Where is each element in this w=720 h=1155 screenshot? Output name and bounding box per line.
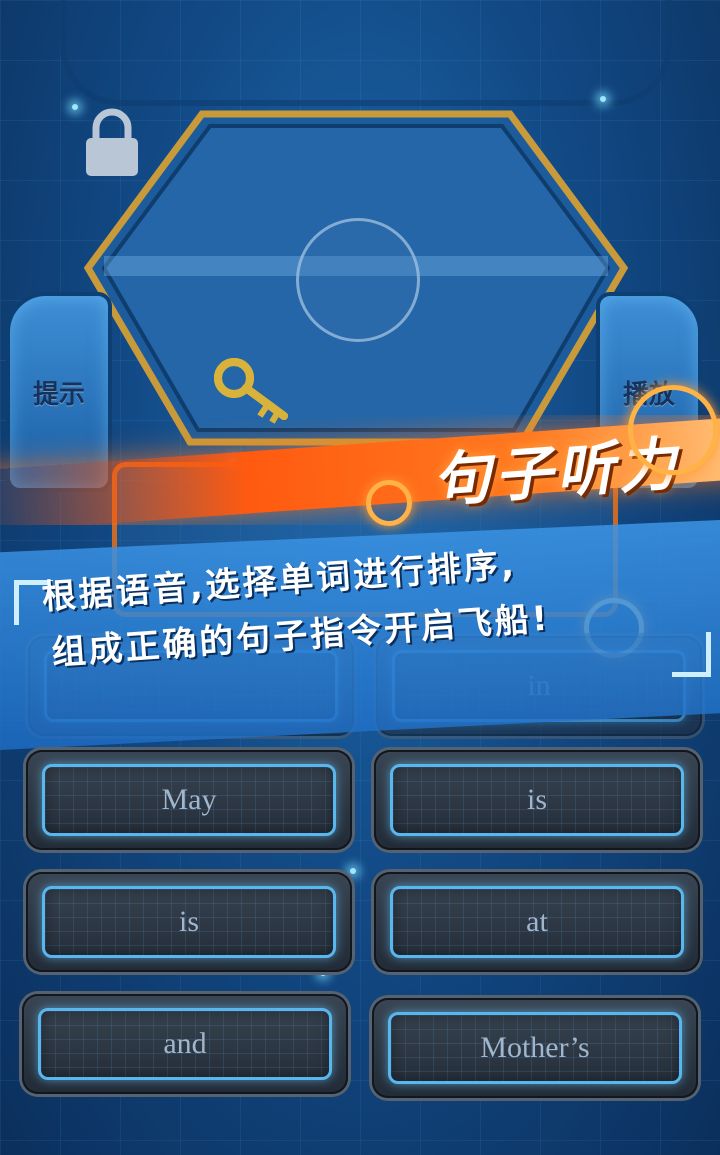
ring-decoration bbox=[628, 385, 718, 475]
word-tile-label: and bbox=[163, 1027, 207, 1060]
top-frame bbox=[60, 0, 672, 106]
title-banner: 句子听力 bbox=[0, 415, 720, 525]
word-tile-label: Mother’s bbox=[480, 1031, 590, 1064]
hint-label: 提示 bbox=[32, 380, 85, 410]
lock-circle bbox=[296, 218, 420, 342]
word-tile[interactable]: at bbox=[374, 872, 700, 972]
word-tile-label: is bbox=[526, 783, 547, 816]
glow-dot bbox=[350, 868, 356, 874]
word-tile-label: at bbox=[526, 905, 548, 938]
glow-dot bbox=[72, 104, 78, 110]
ring-decoration bbox=[366, 480, 412, 526]
lock-panel bbox=[82, 108, 630, 448]
word-tile[interactable]: and bbox=[22, 994, 348, 1094]
word-tile-label: is bbox=[178, 905, 199, 938]
word-tile[interactable]: Mother’s bbox=[372, 998, 698, 1098]
lock-icon bbox=[86, 108, 138, 176]
word-tile[interactable]: is bbox=[374, 750, 700, 850]
word-tile-label: May bbox=[161, 783, 217, 816]
glow-dot bbox=[600, 96, 606, 102]
word-tile[interactable]: May bbox=[26, 750, 352, 850]
word-tile[interactable]: is bbox=[26, 872, 352, 972]
bracket-right bbox=[672, 632, 711, 677]
